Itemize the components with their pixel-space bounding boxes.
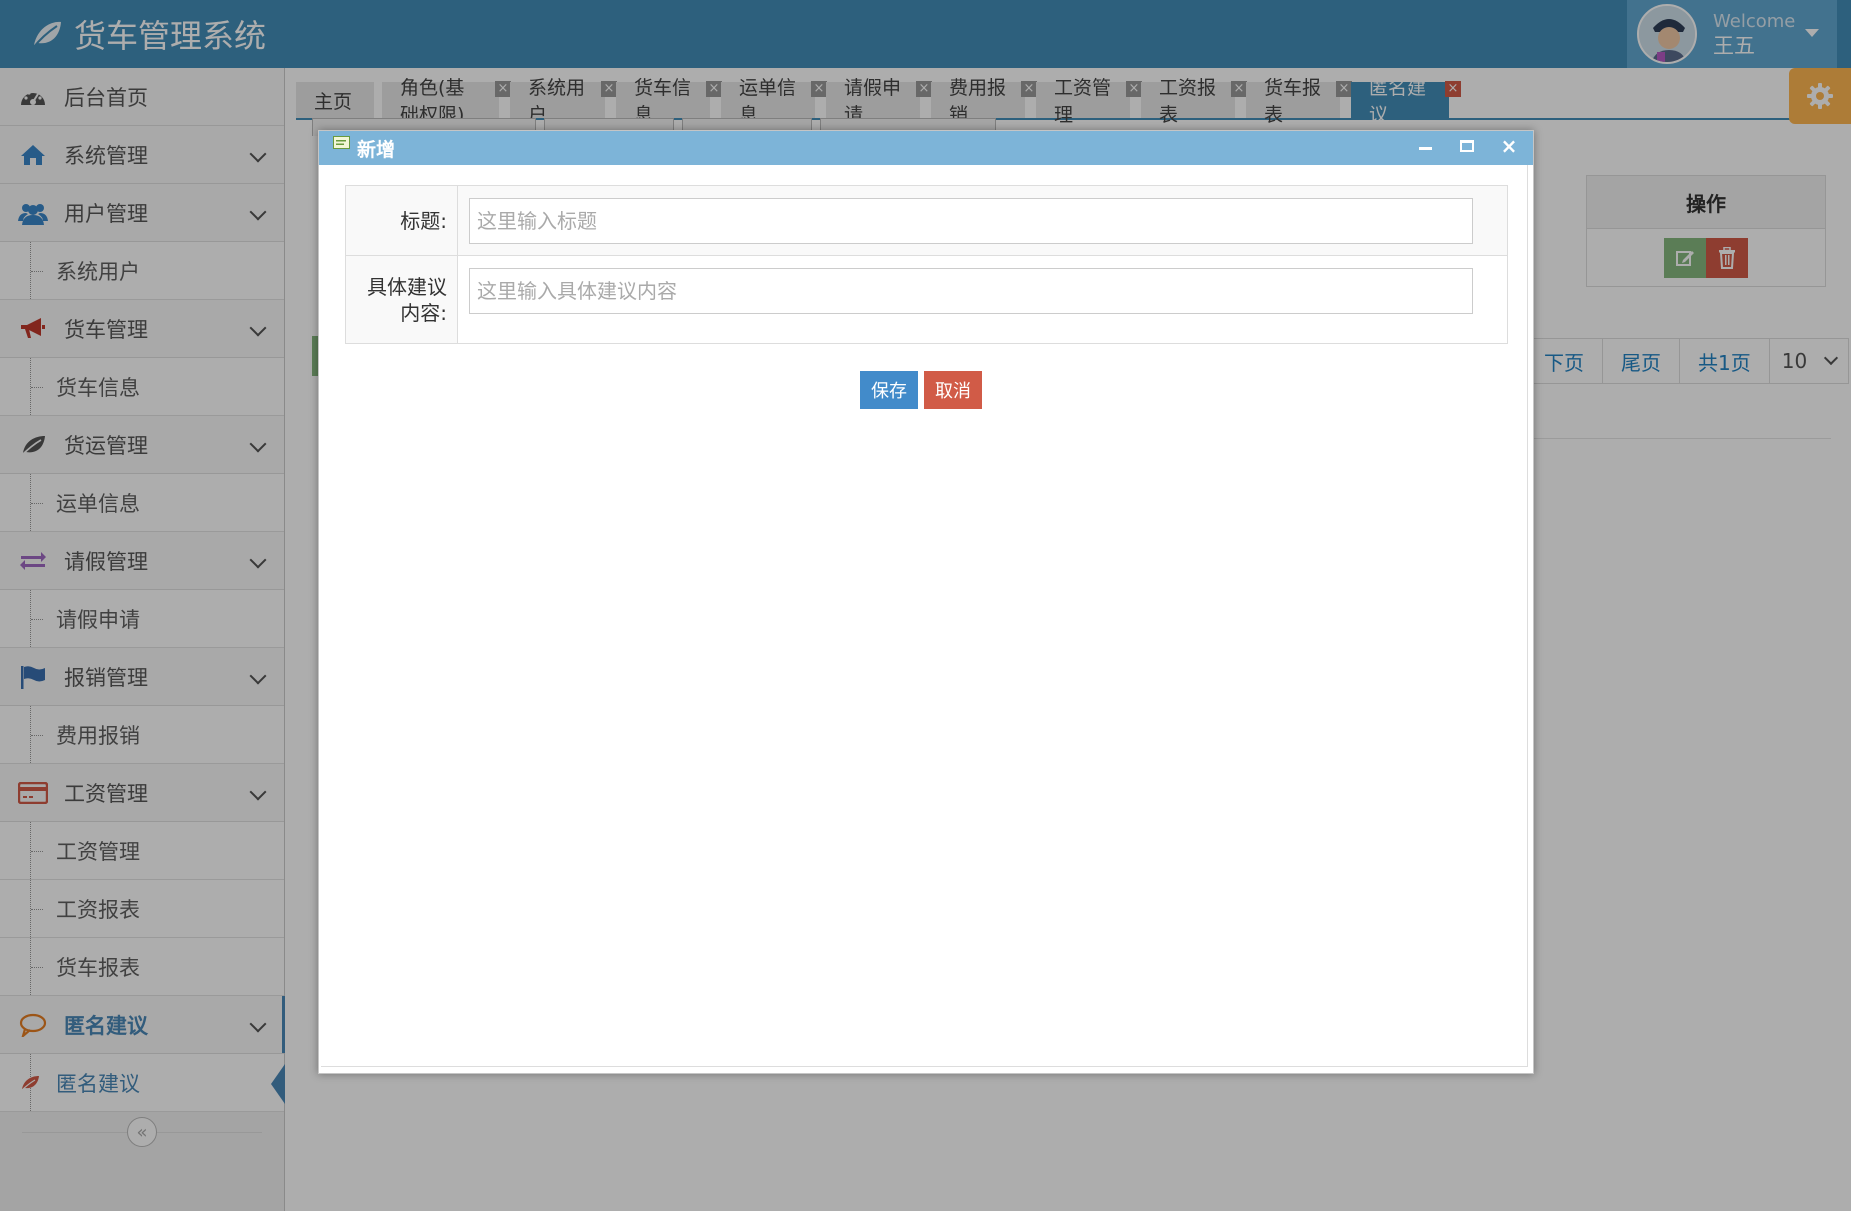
form-cell <box>458 186 1507 255</box>
minimize-icon <box>1418 146 1432 150</box>
form-row-content: 具体建议内容: <box>346 256 1507 343</box>
title-input[interactable] <box>469 198 1473 244</box>
dialog-buttons: 保存 取消 <box>321 371 1527 409</box>
dialog-titlebar[interactable]: 新增 × <box>319 131 1533 165</box>
suggestion-form: 标题: 具体建议内容: <box>345 185 1508 344</box>
content-label: 具体建议内容: <box>346 256 458 343</box>
maximize-button[interactable] <box>1457 135 1477 157</box>
form-cell <box>458 256 1507 343</box>
dialog-title: 新增 <box>357 138 396 161</box>
content-label-text: 具体建议内容: <box>367 274 447 325</box>
dialog-body: 标题: 具体建议内容: 保存 取消 <box>321 165 1528 1067</box>
dialog-window-controls: × <box>1415 134 1519 158</box>
content-input[interactable] <box>469 268 1473 314</box>
save-button[interactable]: 保存 <box>860 371 918 409</box>
close-icon: × <box>1500 134 1518 158</box>
form-icon <box>333 136 350 149</box>
maximize-icon <box>1460 140 1474 152</box>
add-dialog: 新增 × 标题: 具体建议内容: 保存 取消 <box>318 130 1534 1074</box>
form-row-title: 标题: <box>346 186 1507 256</box>
cancel-button[interactable]: 取消 <box>924 371 982 409</box>
close-button[interactable]: × <box>1499 134 1519 158</box>
minimize-button[interactable] <box>1415 135 1435 157</box>
title-label: 标题: <box>346 186 458 255</box>
